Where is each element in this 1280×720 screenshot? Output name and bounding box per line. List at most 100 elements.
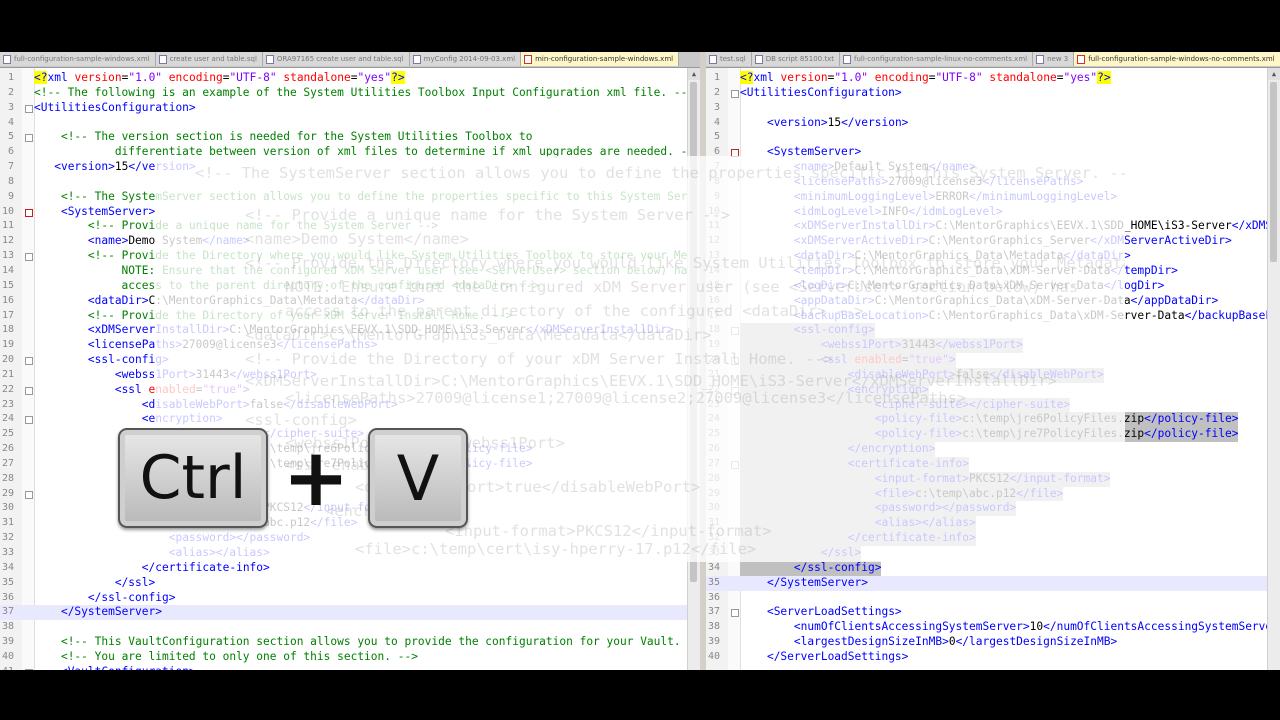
line-number: 35 bbox=[1, 576, 14, 588]
fold-toggle-icon[interactable] bbox=[25, 104, 33, 113]
code-text: <numOfClientsAccessingSystemServer>10</n… bbox=[793, 620, 1268, 634]
code-line[interactable]: 36 bbox=[706, 591, 1268, 606]
line-number: 38 bbox=[1, 621, 14, 633]
tab-right-0[interactable]: test.sql bbox=[706, 52, 752, 66]
fold-toggle-icon[interactable] bbox=[25, 490, 33, 499]
file-icon bbox=[158, 54, 167, 64]
tab-left-4[interactable]: min-configuration-sample-windows.xml bbox=[521, 52, 680, 66]
code-text: </ServerLoadSettings> bbox=[766, 649, 909, 663]
right-vertical-scrollbar[interactable]: ▲ bbox=[1267, 68, 1280, 670]
tab-right-4[interactable]: full-configuration-sample-windows-no-com… bbox=[1074, 52, 1280, 66]
line-number: 26 bbox=[1, 443, 14, 455]
code-line[interactable]: 1 <?xml version="1.0" encoding="UTF-8" st… bbox=[0, 71, 688, 86]
code-line[interactable]: 39 <largestDesignSizeInMB>0</largestDesi… bbox=[706, 635, 1268, 650]
code-line[interactable]: 35 </SystemServer> bbox=[706, 575, 1268, 591]
line-number: 21 bbox=[1, 368, 14, 380]
line-number: 38 bbox=[707, 621, 720, 633]
tab-label: full-configuration-sample-windows.xml bbox=[14, 55, 150, 63]
code-line[interactable]: 4 <version>15</version> bbox=[706, 116, 1268, 131]
code-line[interactable]: 3 bbox=[706, 101, 1268, 116]
line-number: 6 bbox=[7, 146, 14, 158]
scroll-up-arrow-icon[interactable]: ▲ bbox=[1268, 68, 1280, 80]
line-number: 18 bbox=[1, 324, 14, 336]
code-line[interactable]: 2 <UtilitiesConfiguration> bbox=[706, 86, 1268, 101]
code-line[interactable]: 37 </SystemServer> bbox=[0, 605, 688, 621]
line-number: 23 bbox=[1, 398, 14, 410]
code-line[interactable]: 5 <!-- The version section is needed for… bbox=[0, 130, 688, 145]
tab-right-3[interactable]: new 3 bbox=[1033, 52, 1075, 66]
file-icon bbox=[524, 54, 533, 64]
tab-left-2[interactable]: ORA97165 create user and table.sql bbox=[262, 52, 410, 66]
file-icon bbox=[754, 54, 763, 64]
tab-left-1[interactable]: create user and table.sql bbox=[155, 52, 263, 66]
code-text: <UtilitiesConfiguration> bbox=[740, 85, 902, 99]
code-text: </ssl-config> bbox=[740, 560, 882, 576]
fold-toggle-icon[interactable] bbox=[25, 668, 33, 670]
code-line[interactable]: 38 bbox=[0, 620, 688, 635]
code-text: <?xml version="1.0" encoding="UTF-8" sta… bbox=[34, 71, 405, 84]
code-line[interactable]: 39 <!-- This VaultConfiguration section … bbox=[0, 635, 688, 650]
tab-left-3[interactable]: myConfig 2014-09-03.xml bbox=[409, 52, 522, 66]
code-text: <!-- You are limited to only one of this… bbox=[60, 649, 418, 663]
line-number: 15 bbox=[1, 279, 14, 291]
code-line[interactable]: 41 <VaultConfiguration> bbox=[0, 665, 688, 670]
ghost-text-line: NOTE: Ensure that the configured xDM Ser… bbox=[285, 278, 1079, 296]
file-icon bbox=[265, 54, 274, 64]
line-number: 1 bbox=[713, 72, 720, 83]
fold-toggle-icon[interactable] bbox=[25, 134, 33, 143]
code-line[interactable]: 35 </ssl> bbox=[0, 576, 688, 591]
code-line[interactable]: 40 </ServerLoadSettings> bbox=[706, 650, 1268, 665]
v-key-label: V bbox=[396, 441, 440, 515]
scroll-up-arrow-icon[interactable]: ▲ bbox=[688, 68, 700, 80]
fold-toggle-icon[interactable] bbox=[25, 386, 33, 395]
code-text: </ssl-config> bbox=[87, 590, 176, 604]
line-number: 22 bbox=[1, 383, 14, 395]
code-line[interactable]: 37 <ServerLoadSettings> bbox=[706, 605, 1268, 620]
tab-label: DB script 85100.txt bbox=[765, 55, 834, 63]
code-line[interactable]: 4 bbox=[0, 116, 688, 131]
line-number: 8 bbox=[7, 175, 14, 187]
tab-right-2[interactable]: full-configuration-sample-linux-no-comme… bbox=[839, 52, 1034, 66]
code-line[interactable]: 34 </certificate-info> bbox=[0, 561, 688, 576]
code-line[interactable]: 36 </ssl-config> bbox=[0, 591, 688, 606]
fold-toggle-icon[interactable] bbox=[25, 357, 33, 366]
code-line[interactable]: 38 <numOfClientsAccessingSystemServer>10… bbox=[706, 620, 1268, 635]
file-icon bbox=[1036, 54, 1045, 64]
line-number: 40 bbox=[1, 650, 14, 662]
line-number: 37 bbox=[707, 606, 720, 618]
code-line[interactable]: 40 <!-- You are limited to only one of t… bbox=[0, 650, 688, 665]
line-number: 41 bbox=[0, 665, 14, 670]
code-text: </SystemServer> bbox=[766, 575, 868, 589]
line-number: 16 bbox=[1, 294, 14, 306]
ghost-text-line: <dataDir>C:\MentorGraphics_Data\Metadata… bbox=[245, 326, 712, 344]
code-line[interactable]: 1 <?xml version="1.0" encoding="UTF-8" st… bbox=[706, 71, 1268, 86]
keyboard-shortcut-callout: Ctrl + V bbox=[118, 428, 478, 528]
right-tab-bar: test.sql DB script 85100.txt full-configur… bbox=[706, 52, 1280, 68]
fold-toggle-icon[interactable] bbox=[25, 416, 33, 425]
fold-toggle-icon[interactable] bbox=[731, 609, 739, 618]
ghost-text-line: <licensePaths>27009@license1;27009@licen… bbox=[285, 389, 967, 407]
code-line[interactable]: 5 bbox=[706, 130, 1268, 145]
code-line[interactable]: 34 </ssl-config> bbox=[706, 560, 1268, 576]
code-text: </ssl> bbox=[114, 575, 156, 589]
fold-toggle-icon[interactable] bbox=[731, 89, 739, 98]
line-number: 27 bbox=[1, 457, 14, 469]
line-number: 35 bbox=[707, 576, 720, 588]
line-number: 32 bbox=[1, 532, 14, 544]
tab-left-0[interactable]: full-configuration-sample-windows.xml bbox=[0, 52, 156, 66]
line-number: 11 bbox=[1, 220, 14, 232]
fold-toggle-icon[interactable] bbox=[25, 253, 33, 262]
tab-right-1[interactable]: DB script 85100.txt bbox=[751, 52, 840, 66]
fold-toggle-icon[interactable] bbox=[25, 208, 33, 217]
line-number: 36 bbox=[1, 591, 14, 603]
ctrl-key-label: Ctrl bbox=[139, 443, 247, 513]
right-scroll-thumb[interactable] bbox=[1270, 82, 1277, 262]
line-number: 2 bbox=[7, 86, 14, 98]
line-number: 4 bbox=[713, 116, 720, 128]
line-number: 36 bbox=[707, 591, 720, 603]
code-line[interactable]: 3 <UtilitiesConfiguration> bbox=[0, 101, 688, 116]
line-number: 34 bbox=[1, 561, 14, 573]
file-icon bbox=[1077, 54, 1086, 64]
code-text: <largestDesignSizeInMB>0</largestDesignS… bbox=[793, 635, 1118, 649]
code-line[interactable]: 2 <!-- The following is an example of the… bbox=[0, 86, 688, 101]
